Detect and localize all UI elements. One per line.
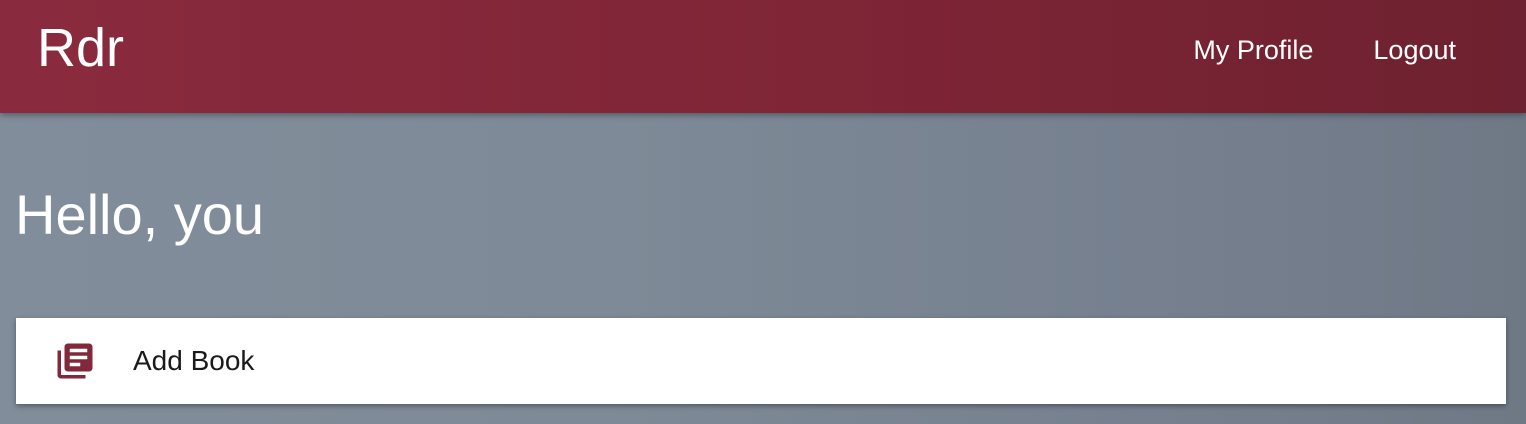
nav-links: My Profile Logout (1193, 0, 1456, 100)
top-navbar: Rdr My Profile Logout (0, 0, 1526, 113)
my-profile-link[interactable]: My Profile (1193, 35, 1313, 66)
add-book-label: Add Book (133, 345, 255, 376)
add-book-button[interactable]: Add Book (16, 318, 1506, 404)
greeting-heading: Hello, you (15, 183, 265, 246)
library-books-icon (57, 343, 93, 379)
logout-link[interactable]: Logout (1373, 35, 1456, 66)
brand-logo-link[interactable]: Rdr (37, 13, 124, 83)
